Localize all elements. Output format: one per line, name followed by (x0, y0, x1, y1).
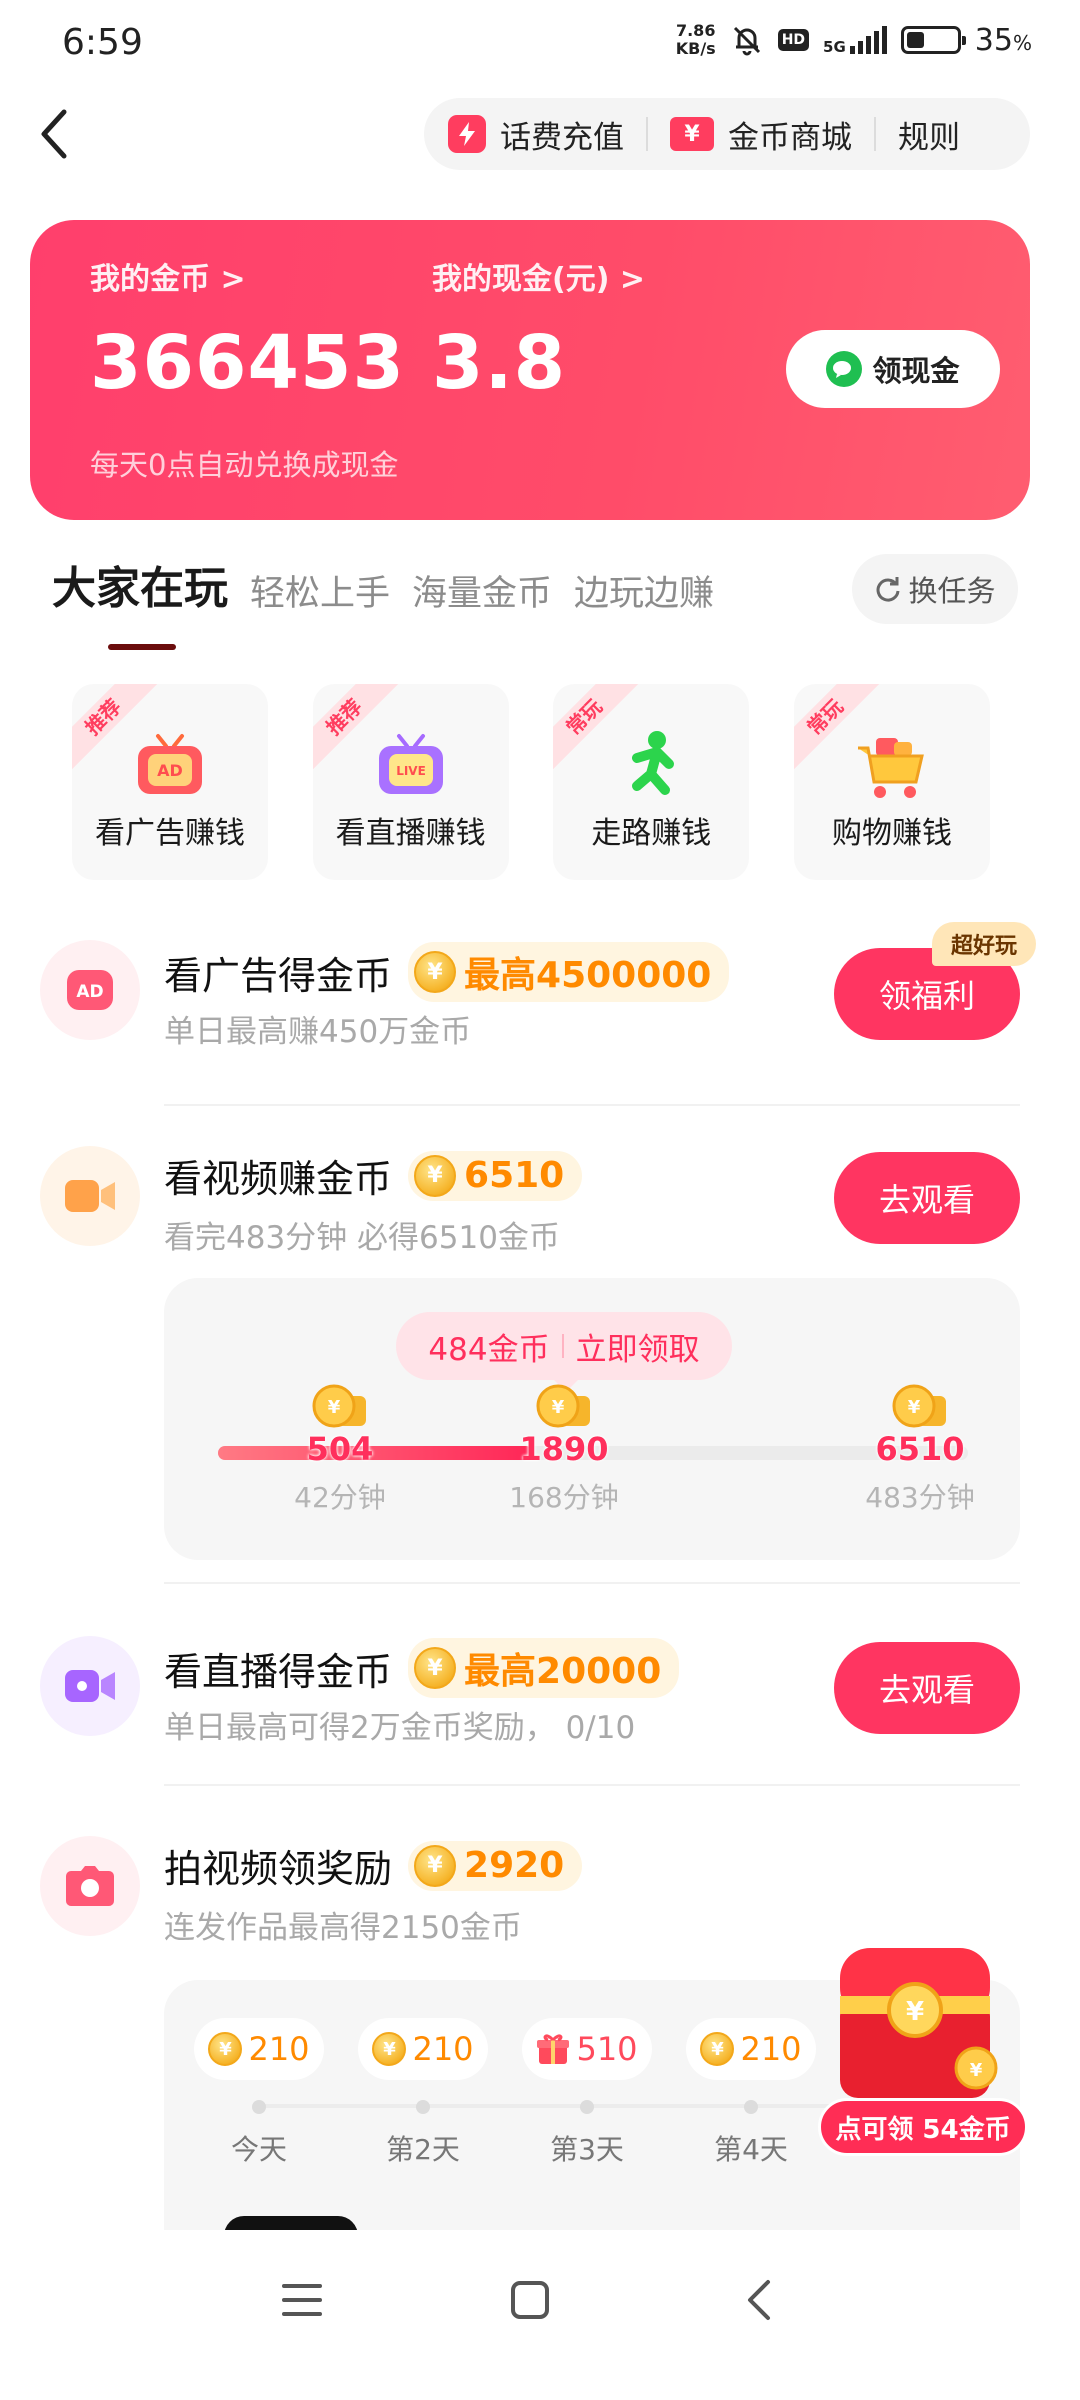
signal-icon: 5G (823, 26, 887, 55)
network-speed: 7.86 KB/s (675, 21, 716, 58)
svg-text:AD: AD (157, 761, 183, 780)
gift-icon (537, 2034, 570, 2064)
task-title: 拍视频领奖励 (164, 1847, 393, 1891)
svg-text:¥: ¥ (906, 1997, 924, 2027)
task-subtitle: 看完483分钟 必得6510金币 (164, 1220, 560, 1256)
coin-icon: ¥ (414, 951, 457, 993)
streak-day: ¥210 第4天 (686, 2018, 816, 2168)
milestone-node: ¥ 1890 168分钟 (504, 1382, 624, 1516)
coin-icon: ¥ (414, 1154, 457, 1197)
shopping-cart-icon (857, 738, 924, 798)
status-bar: 6:59 7.86 KB/s HD 5G 35% (0, 0, 1080, 90)
svg-text:¥: ¥ (552, 1397, 565, 1418)
coin-icon: ¥ (372, 2032, 407, 2066)
quick-watch-ads[interactable]: 推荐 AD 看广告赚钱 (72, 684, 268, 880)
ad-tv-icon: AD (138, 734, 202, 794)
watch-video-button[interactable]: 去观看 (834, 1152, 1020, 1244)
battery-icon (900, 26, 966, 54)
coin-icon: ¥ (414, 1844, 457, 1887)
svg-text:¥: ¥ (970, 2060, 983, 2081)
video-progress-panel: 484金币 立即领取 ¥ 504 42分钟 ¥ 1890 168分钟 ¥ 651… (164, 1278, 1020, 1560)
task-subtitle: 单日最高可得2万金币奖励， 0/10 (164, 1710, 636, 1746)
back-triangle-icon[interactable] (738, 2278, 782, 2322)
reward-pill: ¥ 最高4500000 (408, 942, 730, 1002)
wallet-note: 每天0点自动兑换成现金 (90, 448, 399, 482)
quick-shopping[interactable]: 常玩 购物赚钱 (793, 684, 990, 880)
my-coins-link[interactable]: 我的金币 > (90, 254, 246, 298)
coin-stack-icon: ¥ (892, 1384, 946, 1428)
wallet-card: 我的金币 > 366453 我的现金(元) > 3.8 领现金 每天0点自动兑换… (30, 220, 1030, 520)
my-cash-link[interactable]: 我的现金(元) > (432, 254, 645, 298)
chest-claim-button[interactable]: 点可领 54金币 (818, 2098, 1028, 2156)
menu-icon[interactable] (280, 2278, 324, 2322)
coupon-icon: ¥ (670, 117, 714, 151)
task-watch-ads: AD 看广告得金币 ¥ 最高4500000 单日最高赚450万金币 领福利 超好玩 (0, 922, 1080, 1120)
system-nav-bar (0, 2238, 1080, 2400)
rules-link[interactable]: 规则 (898, 112, 960, 157)
task-watch-video: 看视频赚金币 ¥6510 看完483分钟 必得6510金币 去观看 (0, 1146, 1080, 1266)
live-camera-icon (40, 1636, 140, 1736)
quick-entries: 推荐 AD 看广告赚钱 推荐 LIVE 看直播赚钱 常玩 走路赚钱 常玩 购物赚… (72, 684, 990, 880)
tab-more-coins[interactable]: 海量金币 (412, 565, 552, 616)
mute-bell-icon (733, 26, 760, 56)
claim-cash-button[interactable]: 领现金 (786, 330, 1000, 408)
claim-bubble[interactable]: 484金币 立即领取 (396, 1312, 732, 1392)
camera-icon (40, 1836, 140, 1936)
watch-live-button[interactable]: 去观看 (834, 1642, 1020, 1734)
svg-text:LIVE: LIVE (396, 764, 426, 778)
recharge-button[interactable]: 话费充值 (448, 112, 624, 157)
coin-stack-icon: ¥ (312, 1384, 366, 1428)
refresh-icon (877, 577, 900, 602)
tab-play-earn[interactable]: 边玩边赚 (574, 565, 714, 616)
streak-day: 510 第3天 (522, 2018, 652, 2168)
hd-icon: HD (777, 29, 810, 51)
tab-everyone-playing[interactable]: 大家在玩 (52, 552, 228, 650)
status-time: 6:59 (62, 22, 143, 63)
quick-walk[interactable]: 常玩 走路赚钱 (553, 684, 750, 880)
reward-pill: ¥6510 (408, 1150, 583, 1201)
svg-text:AD: AD (76, 982, 103, 1002)
status-icons: 7.86 KB/s HD 5G 35% (676, 22, 1032, 58)
battery-percent: 35% (974, 22, 1032, 58)
ad-icon: AD (40, 940, 140, 1040)
wechat-icon (826, 351, 863, 387)
task-subtitle: 连发作品最高得2150金币 (164, 1910, 522, 1946)
task-subtitle: 单日最高赚450万金币 (164, 1014, 472, 1050)
streak-day: ¥210 第2天 (358, 2018, 488, 2168)
video-camera-icon (40, 1146, 140, 1246)
lightning-icon (448, 115, 486, 153)
svg-text:¥: ¥ (328, 1397, 341, 1418)
walking-figure-icon (632, 731, 675, 795)
svg-text:¥: ¥ (908, 1397, 921, 1418)
streak-day: ¥210 今天 (194, 2018, 324, 2168)
quick-watch-live[interactable]: 推荐 LIVE 看直播赚钱 (312, 684, 509, 880)
switch-task-button[interactable]: 换任务 (852, 554, 1018, 624)
coin-icon: ¥ (208, 2032, 243, 2066)
reward-pill: ¥ 最高20000 (408, 1638, 680, 1698)
back-arrow-icon[interactable] (34, 104, 74, 164)
tab-easy[interactable]: 轻松上手 (250, 565, 390, 616)
coins-value: 366453 (90, 320, 405, 406)
cash-value: 3.8 (432, 320, 567, 406)
coin-mall-button[interactable]: ¥ 金币商城 (670, 112, 852, 157)
task-watch-live: 看直播得金币 ¥ 最高20000 单日最高可得2万金币奖励， 0/10 去观看 (0, 1636, 1080, 1756)
task-title: 看直播得金币 (164, 1649, 393, 1694)
milestone-node: ¥ 504 42分钟 (280, 1382, 400, 1516)
category-tabs: 大家在玩 轻松上手 海量金币 边玩边赚 (52, 552, 714, 650)
super-fun-badge: 超好玩 (932, 922, 1036, 966)
task-title: 看视频赚金币 (164, 1157, 393, 1201)
milestone-node: ¥ 6510 483分钟 (860, 1382, 980, 1516)
coin-icon: ¥ (700, 2032, 735, 2066)
reward-pill: ¥2920 (408, 1840, 583, 1891)
home-square-icon[interactable] (508, 2278, 552, 2322)
live-tv-icon: LIVE (378, 734, 443, 794)
task-title: 看广告得金币 (164, 953, 393, 998)
coin-icon: ¥ (414, 1647, 457, 1689)
top-actions: 话费充值 ¥ 金币商城 规则 (424, 98, 1030, 170)
coin-stack-icon: ¥ (536, 1384, 590, 1428)
